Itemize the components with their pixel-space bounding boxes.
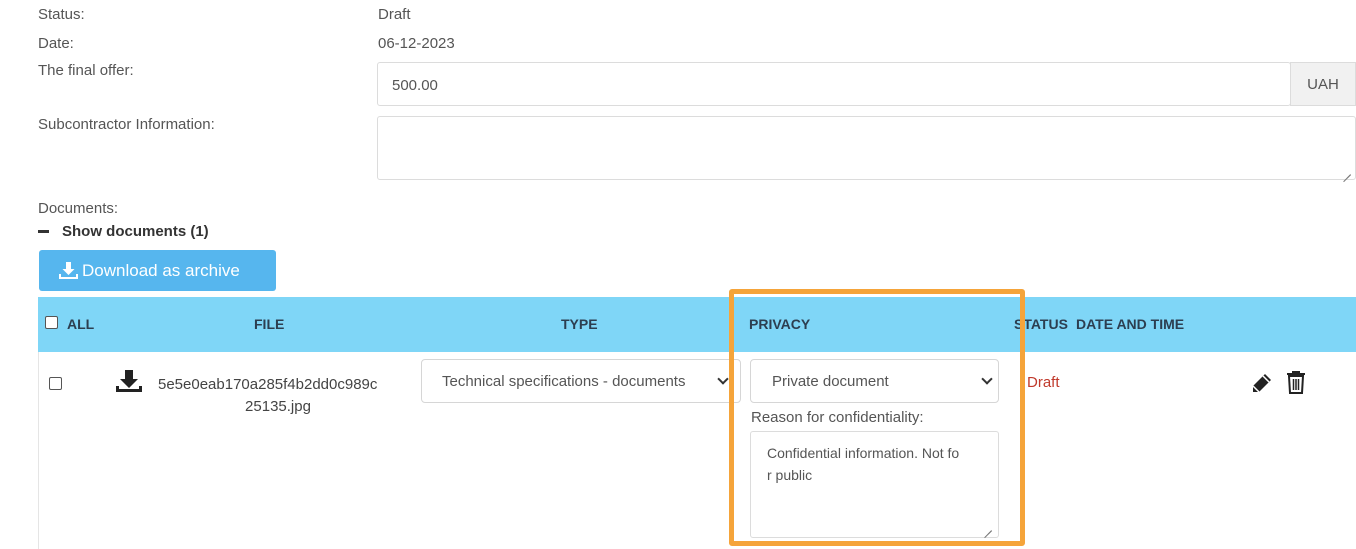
row-status: Draft	[1027, 374, 1060, 391]
currency-addon: UAH	[1290, 62, 1356, 106]
edit-pencil-icon[interactable]	[1251, 372, 1273, 394]
select-all-checkbox[interactable]	[45, 316, 58, 329]
row-checkbox[interactable]	[49, 377, 62, 390]
chevron-down-icon	[981, 373, 993, 385]
date-label: Date:	[38, 35, 74, 52]
file-download-icon[interactable]	[116, 370, 142, 392]
minus-icon	[38, 230, 49, 233]
download-icon	[59, 262, 78, 279]
confidentiality-reason-textarea[interactable]: Confidential information. Not fo r publi…	[750, 431, 999, 538]
show-documents-label: Show documents (1)	[62, 223, 209, 240]
chevron-down-icon	[717, 373, 729, 385]
privacy-value: Private document	[772, 372, 889, 390]
show-documents-toggle[interactable]: Show documents (1)	[38, 223, 209, 240]
column-file: FILE	[254, 316, 285, 332]
file-name-line1: 5e5e0eab170a285f4b2dd0c989c	[158, 376, 378, 393]
reason-line2: r public	[767, 467, 813, 483]
file-name[interactable]: 5e5e0eab170a285f4b2dd0c989c 25135.jpg	[158, 374, 406, 418]
documents-label: Documents:	[38, 200, 119, 217]
status-label: Status:	[38, 6, 85, 23]
column-type: TYPE	[561, 316, 598, 332]
date-value: 06-12-2023	[378, 35, 455, 52]
column-status: STATUS	[1014, 316, 1068, 332]
confidentiality-reason-label: Reason for confidentiality:	[751, 409, 924, 426]
resize-handle-icon[interactable]	[984, 523, 992, 531]
document-type-value: Technical specifications - documents	[442, 372, 686, 390]
delete-trash-icon[interactable]	[1286, 370, 1306, 394]
status-value: Draft	[378, 6, 411, 23]
final-offer-input[interactable]: 500.00	[377, 62, 1291, 106]
table-border	[38, 352, 39, 549]
resize-handle-icon[interactable]	[1343, 167, 1351, 175]
download-archive-label: Download as archive	[82, 260, 240, 280]
subcontractor-textarea[interactable]	[377, 116, 1356, 180]
file-name-line2: 25135.jpg	[245, 398, 311, 415]
document-type-select[interactable]: Technical specifications - documents	[421, 359, 741, 403]
column-privacy: PRIVACY	[749, 316, 811, 332]
column-all: ALL	[67, 316, 95, 332]
reason-line1: Confidential information. Not fo	[767, 445, 960, 461]
currency-label: UAH	[1307, 75, 1339, 93]
column-date-time: DATE AND TIME	[1076, 316, 1185, 332]
final-offer-value: 500.00	[392, 77, 438, 94]
subcontractor-label: Subcontractor Information:	[38, 116, 215, 133]
privacy-select[interactable]: Private document	[750, 359, 999, 403]
final-offer-label: The final offer:	[38, 62, 134, 79]
download-archive-button[interactable]: Download as archive	[39, 250, 276, 291]
